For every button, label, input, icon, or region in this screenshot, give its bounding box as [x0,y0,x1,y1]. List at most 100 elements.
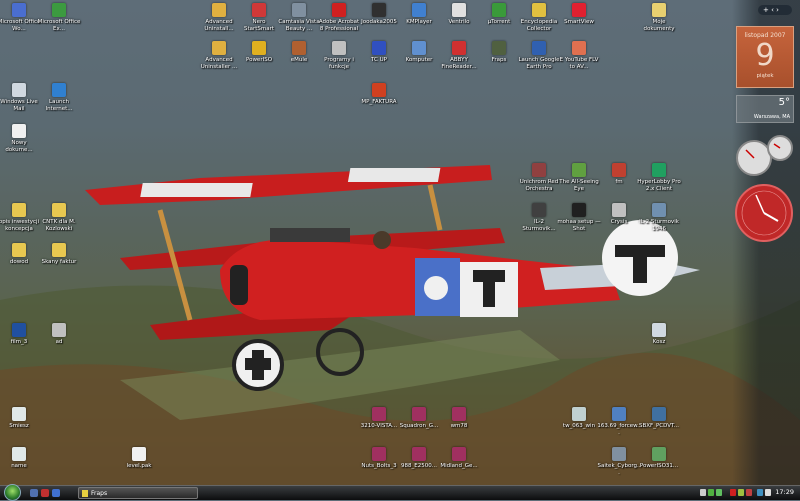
desktop-icon-label: 988_E2500... [401,463,437,469]
desktop-icon[interactable]: film_3 [0,323,41,346]
desktop-icon[interactable]: Unichrom Red Orchestra [517,163,561,192]
cpu-meter-gadget[interactable] [734,132,794,176]
desktop-icon[interactable]: Advanced Uninstall... [197,3,241,32]
desktop-icon-label: CNTK dla M. Kozlowski [42,219,76,232]
app-icon [532,203,546,217]
volume-icon[interactable] [765,489,771,496]
desktop-icon[interactable]: ABBYY FineReader... [437,41,481,70]
desktop-icon[interactable]: fm [597,163,641,186]
desktop-icon[interactable]: Nuts_Bolts_3 [357,447,401,470]
app-icon [372,447,386,461]
desktop-icon-label: Windows Live Mail [0,99,38,112]
desktop-icon[interactable]: IL-2 Sturmovik 1946 [637,203,681,232]
desktop-icon-label: dowod [9,259,29,265]
desktop-icon[interactable]: 3210-VISTA... [357,407,401,430]
desktop-icon[interactable]: level.pak [117,447,161,470]
weather-gadget[interactable]: 5° Warszawa, MA [736,95,794,123]
desktop-icon[interactable]: Camtasia Vista Beauty ... [277,3,321,32]
taskbar-clock[interactable]: 17:29 [775,488,794,496]
desktop-icon[interactable]: Advanced Uninstaller ... [197,41,241,70]
tray-app-icon[interactable] [708,489,714,496]
taskbar-item-fraps[interactable]: Fraps [78,487,198,499]
desktop-icon[interactable]: PowerISO [237,41,281,64]
desktop-icon[interactable]: Midland_Ge... [437,447,481,470]
desktop-icon-label: Microsoft Office Wo... [0,19,41,32]
desktop-icon[interactable]: Crysis [597,203,641,226]
fraps-icon [82,490,88,497]
desktop-icon[interactable]: SBXF_PCDVT... [637,407,681,430]
show-desktop-icon[interactable] [30,489,38,497]
app-icon [452,447,466,461]
desktop-icon[interactable]: mohaa setup — Shot [557,203,601,232]
desktop-icon[interactable]: SmartView [557,3,601,26]
desktop-icon[interactable]: HyperLobby Pro 2.x Client [637,163,681,192]
app-icon [572,3,586,17]
desktop-icon[interactable]: Moje dokumenty [637,3,681,32]
start-button[interactable] [4,484,21,501]
desktop-icon[interactable]: Encyclopedia Collector [517,3,561,32]
desktop-icon[interactable]: eMule [277,41,321,64]
desktop-icon[interactable]: Smiesz [0,407,41,430]
desktop-icon[interactable]: tw_063_win [557,407,601,430]
desktop-icon[interactable]: Nero StartSmart [237,3,281,32]
desktop-icon[interactable]: dowod [0,243,41,266]
desktop-icon[interactable]: Skany faktur [37,243,81,266]
app-icon [612,447,626,461]
tray-app-icon[interactable] [738,489,744,496]
desktop-icon[interactable]: ad [37,323,81,346]
desktop-icon[interactable]: KMPlayer [397,3,441,26]
calendar-gadget[interactable]: listopad 2007 9 piątek [736,26,794,88]
app-icon [652,163,666,177]
desktop-icon-label: E YouTube FLV to AV... [559,57,599,70]
desktop-icon[interactable]: Joodaka2005 [357,3,401,26]
tray-app-icon[interactable] [757,489,763,496]
desktop-icon[interactable]: PowerISO31... [637,447,681,470]
tray-app-icon[interactable] [716,489,722,496]
desktop-icon[interactable]: µTorrent [477,3,521,26]
quicklaunch-app-icon[interactable] [41,489,49,497]
desktop-icon[interactable]: Microsoft Office Ex... [37,3,81,32]
app-icon [132,447,146,461]
desktop-icon[interactable]: The All-Seeing Eye [557,163,601,192]
desktop-icon[interactable]: Nowy dokume... [0,124,41,153]
desktop-icon[interactable]: Adobe Acrobat 8 Professional [317,3,361,32]
desktop-icon-label: Fraps [491,57,507,63]
desktop-icon[interactable]: 163.69_forcew... [597,407,641,436]
desktop-icon-label: opis inwestycji koncepcja [0,219,40,232]
desktop-icon[interactable]: E YouTube FLV to AV... [557,41,601,70]
desktop-icon[interactable]: Fraps [477,41,521,64]
desktop-icon-label: KMPlayer [406,19,432,25]
desktop-icon[interactable]: Saitek_Cyborg... [597,447,641,476]
desktop-icon-label: Advanced Uninstaller ... [200,57,238,70]
desktop-icon[interactable]: Windows Live Mail [0,83,41,112]
desktop-icon[interactable]: name [0,447,41,470]
clock-gadget[interactable] [734,183,794,243]
desktop-icon[interactable]: 988_E2500... [397,447,441,470]
desktop-icon-label: fm [615,179,623,185]
tray-network-icon[interactable] [700,489,706,496]
desktop-icon[interactable]: Programy i funkcje [317,41,361,70]
desktop-icon[interactable]: Launch Internet... [37,83,81,112]
desktop-icon[interactable]: CNTK dla M. Kozlowski [37,203,81,232]
desktop-icon[interactable]: Microsoft Office Wo... [0,3,41,32]
sidebar-controls[interactable]: + ‹ › [758,5,792,15]
tray-app-icon[interactable] [730,489,736,496]
desktop-icon[interactable]: MP_FAKTURA [357,83,401,106]
desktop-icon[interactable]: Launch Google Earth Pro [517,41,561,70]
app-icon [612,203,626,217]
desktop-icon[interactable]: Squadron_G... [397,407,441,430]
app-icon [412,407,426,421]
desktop-icon-label: Joodaka2005 [361,19,397,25]
desktop-icon[interactable]: Ventrilo [437,3,481,26]
desktop-icon[interactable]: wm78 [437,407,481,430]
desktop-icon[interactable]: opis inwestycji koncepcja [0,203,41,232]
tray-app-icon[interactable] [746,489,752,496]
app-icon [372,407,386,421]
desktop-icon[interactable]: Kosz [637,323,681,346]
desktop-icon[interactable]: TC UP [357,41,401,64]
internet-explorer-icon[interactable] [52,489,60,497]
desktop-icon[interactable]: IL-2 Sturmovik... [517,203,561,232]
desktop-icon[interactable]: Komputer [397,41,441,64]
app-icon [572,163,586,177]
desktop-icon-label: SmartView [564,19,594,25]
